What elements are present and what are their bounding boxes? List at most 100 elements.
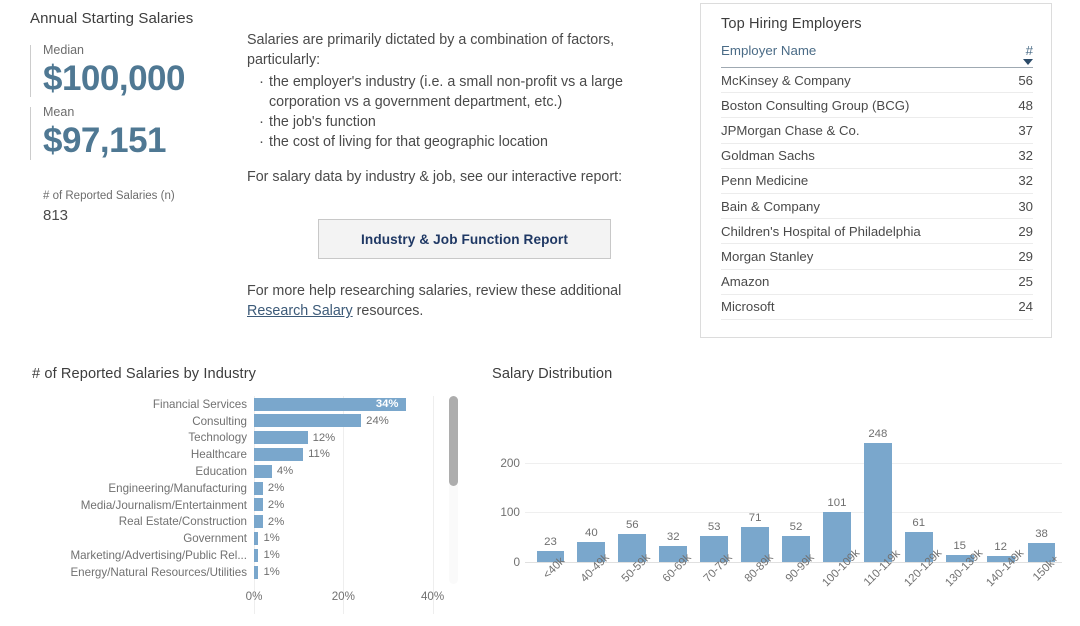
distribution-chart-title: Salary Distribution bbox=[492, 366, 1072, 382]
industry-bar-row[interactable]: Education4% bbox=[32, 463, 492, 480]
industry-bar[interactable] bbox=[254, 431, 308, 444]
sort-descending-caret-icon[interactable] bbox=[1023, 59, 1033, 65]
table-row[interactable]: Bain & Company30 bbox=[721, 193, 1033, 218]
table-header-row: Employer Name # bbox=[721, 43, 1033, 68]
distribution-x-tick-cell: 50-59k bbox=[612, 562, 653, 618]
industry-bar-row[interactable]: Technology12% bbox=[32, 430, 492, 447]
column-header-count[interactable]: # bbox=[1012, 43, 1033, 68]
mean-salary-block: Mean $97,151 bbox=[30, 105, 240, 161]
list-item: the job's function bbox=[259, 112, 652, 132]
industry-x-tick-label: 40% bbox=[421, 590, 444, 603]
salary-distribution-chart: Salary Distribution 0 100 200 23 40 56 325371… bbox=[492, 366, 1072, 618]
distribution-bar-value-label: 56 bbox=[626, 519, 639, 531]
industry-bar-row[interactable]: Consulting 24% bbox=[32, 413, 492, 430]
table-row[interactable]: Goldman Sachs32 bbox=[721, 143, 1033, 168]
employer-count-cell: 48 bbox=[1012, 93, 1033, 118]
distribution-bar-column[interactable]: 15 bbox=[939, 428, 980, 562]
industry-bar-value-label: 12% bbox=[313, 431, 336, 445]
table-row[interactable]: Microsoft24 bbox=[721, 294, 1033, 319]
industry-bar-value-label: 1% bbox=[263, 548, 279, 562]
industry-bar[interactable] bbox=[254, 414, 361, 427]
list-item: the employer's industry (i.e. a small no… bbox=[259, 72, 652, 113]
table-row[interactable]: Boston Consulting Group (BCG)48 bbox=[721, 93, 1033, 118]
help-suffix-text: resources. bbox=[353, 303, 424, 319]
industry-category-label: Media/Journalism/Entertainment bbox=[32, 499, 254, 512]
research-help-block: For more help researching salaries, revi… bbox=[247, 281, 647, 322]
industry-bar[interactable] bbox=[254, 498, 263, 511]
distribution-bar-column[interactable]: 53 bbox=[694, 428, 735, 562]
industry-bar-value-label: 1% bbox=[263, 531, 279, 545]
industry-bar[interactable] bbox=[254, 532, 258, 545]
industry-bar-row[interactable]: Financial Services34% bbox=[32, 396, 492, 413]
research-salary-link[interactable]: Research Salary bbox=[247, 303, 353, 319]
industry-bar[interactable] bbox=[254, 515, 263, 528]
report-prompt: For salary data by industry & job, see o… bbox=[247, 167, 652, 187]
industry-bar[interactable] bbox=[254, 448, 303, 461]
industry-bar[interactable] bbox=[254, 465, 272, 478]
industry-bar-value-label: 4% bbox=[277, 464, 293, 478]
industry-category-label: Financial Services bbox=[32, 398, 254, 411]
factors-bullet-list: the employer's industry (i.e. a small no… bbox=[259, 72, 652, 153]
industry-category-label: Consulting bbox=[32, 415, 254, 428]
industry-bar[interactable] bbox=[254, 549, 258, 562]
distribution-bar-column[interactable]: 71 bbox=[735, 428, 776, 562]
distribution-bar-value-label: 15 bbox=[953, 540, 966, 552]
table-row[interactable]: McKinsey & Company56 bbox=[721, 68, 1033, 93]
distribution-x-tick-cell: 60-69k bbox=[653, 562, 694, 618]
distribution-y-tick-label: 100 bbox=[492, 505, 520, 519]
industry-bar-row[interactable]: Marketing/Advertising/Public Rel... 1% bbox=[32, 547, 492, 564]
industry-bar-row[interactable]: Media/Journalism/Entertainment 2% bbox=[32, 497, 492, 514]
distribution-bar-column[interactable]: 56 bbox=[612, 428, 653, 562]
distribution-bar-column[interactable]: 12 bbox=[980, 428, 1021, 562]
industry-category-label: Marketing/Advertising/Public Rel... bbox=[32, 549, 254, 562]
distribution-bar-column[interactable]: 38 bbox=[1021, 428, 1062, 562]
industry-bar-row[interactable]: Engineering/Manufacturing2% bbox=[32, 480, 492, 497]
distribution-x-tick-cell: 120-129k bbox=[898, 562, 939, 618]
table-row[interactable]: Morgan Stanley29 bbox=[721, 244, 1033, 269]
industry-bar-row[interactable]: Energy/Natural Resources/Utilities1% bbox=[32, 564, 492, 581]
table-row[interactable]: Amazon25 bbox=[721, 269, 1033, 294]
distribution-bar-column[interactable]: 248 bbox=[857, 428, 898, 562]
median-label: Median bbox=[43, 43, 240, 57]
industry-bar-row[interactable]: Government1% bbox=[32, 530, 492, 547]
distribution-x-tick-cell: 110-119k bbox=[857, 562, 898, 618]
distribution-bar-column[interactable]: 101 bbox=[816, 428, 857, 562]
industry-chart-scrollbar-thumb[interactable] bbox=[449, 396, 458, 486]
distribution-bar-value-label: 61 bbox=[912, 517, 925, 529]
industry-bar[interactable] bbox=[254, 566, 258, 579]
distribution-chart-x-axis: <40k40-49k50-59k60-69k70-79k80-89k90-99k… bbox=[530, 562, 1062, 618]
distribution-bar[interactable] bbox=[864, 443, 892, 562]
employer-count-cell: 29 bbox=[1012, 244, 1033, 269]
industry-bar-row[interactable]: Real Estate/Construction2% bbox=[32, 514, 492, 531]
distribution-bar-value-label: 38 bbox=[1035, 528, 1048, 540]
distribution-x-tick-cell: 150k+ bbox=[1021, 562, 1062, 618]
column-header-employer-name[interactable]: Employer Name bbox=[721, 43, 1012, 68]
distribution-bar-column[interactable]: 61 bbox=[898, 428, 939, 562]
employer-name-cell: Bain & Company bbox=[721, 193, 1012, 218]
employer-name-cell: Amazon bbox=[721, 269, 1012, 294]
median-value: $100,000 bbox=[43, 59, 240, 99]
industry-bar-value-label: 11% bbox=[308, 447, 330, 461]
industry-bar-row[interactable]: Healthcare 11% bbox=[32, 446, 492, 463]
table-row[interactable]: JPMorgan Chase & Co.37 bbox=[721, 118, 1033, 143]
table-row[interactable]: Penn Medicine32 bbox=[721, 168, 1033, 193]
distribution-bar-column[interactable]: 40 bbox=[571, 428, 612, 562]
annual-salaries-kpi-section: Annual Starting Salaries Median $100,000… bbox=[30, 10, 240, 224]
distribution-bar-value-label: 23 bbox=[544, 536, 557, 548]
industry-category-label: Healthcare bbox=[32, 448, 254, 461]
distribution-y-tick-label: 0 bbox=[492, 555, 520, 569]
employers-table-body: McKinsey & Company56 Boston Consulting G… bbox=[721, 68, 1033, 320]
industry-job-function-report-button[interactable]: Industry & Job Function Report bbox=[318, 219, 611, 259]
industry-bar-value-label: 24% bbox=[366, 414, 389, 428]
employer-name-cell: Boston Consulting Group (BCG) bbox=[721, 93, 1012, 118]
narrative-text-block: Salaries are primarily dictated by a com… bbox=[247, 30, 652, 187]
industry-bar[interactable] bbox=[254, 482, 263, 495]
distribution-bar-column[interactable]: 23 bbox=[530, 428, 571, 562]
table-row[interactable]: Children's Hospital of Philadelphia29 bbox=[721, 219, 1033, 244]
distribution-bar-column[interactable]: 52 bbox=[776, 428, 817, 562]
distribution-bar-column[interactable]: 32 bbox=[653, 428, 694, 562]
employer-count-cell: 32 bbox=[1012, 143, 1033, 168]
industry-bar-value-label: 2% bbox=[268, 498, 284, 512]
reported-salaries-value: 813 bbox=[43, 207, 240, 224]
distribution-y-tick-label: 200 bbox=[492, 456, 520, 470]
